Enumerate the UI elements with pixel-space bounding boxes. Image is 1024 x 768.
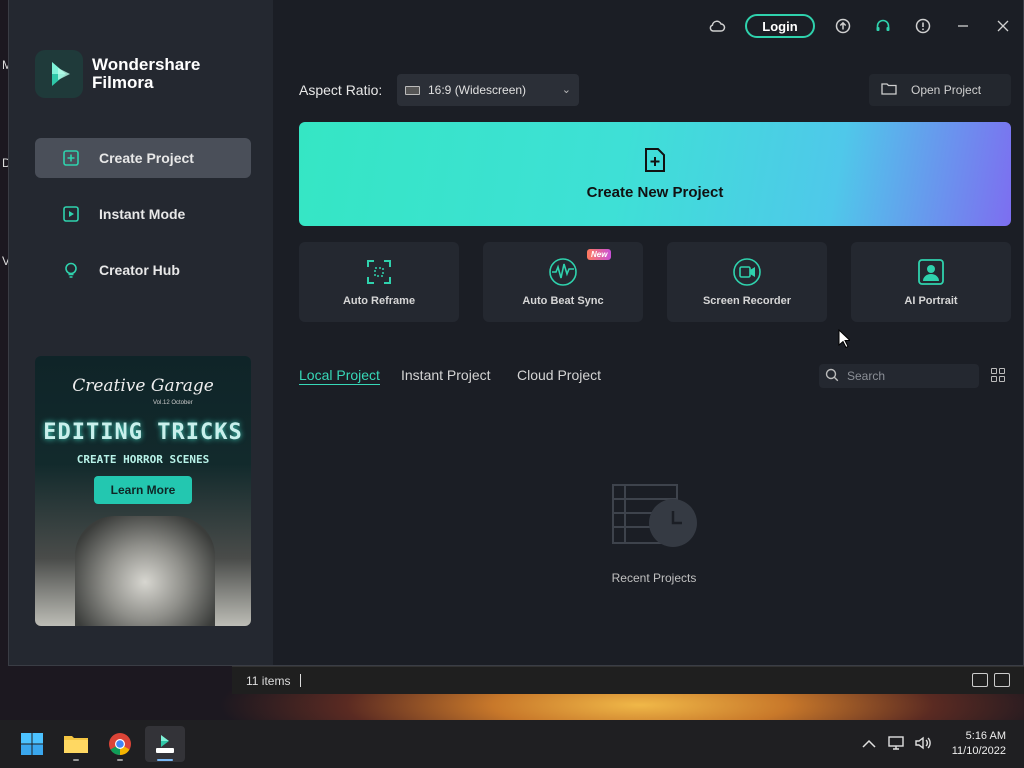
start-button[interactable]	[12, 726, 52, 762]
ai-portrait-icon	[916, 257, 946, 287]
chevron-down-icon: ⌄	[561, 84, 571, 96]
thumbnail-view-icon[interactable]	[994, 673, 1010, 687]
filmora-window: Wondershare Filmora Create Project Insta…	[8, 0, 1024, 666]
upload-icon[interactable]	[823, 14, 863, 38]
filmora-taskbar-button[interactable]	[145, 726, 185, 762]
explorer-status-bar: 11 items	[232, 666, 1024, 694]
filmora-logo-icon	[35, 50, 83, 98]
screen-recorder-icon	[732, 257, 762, 287]
app-logo: Wondershare Filmora	[35, 50, 200, 98]
recent-projects-empty-icon	[611, 483, 701, 558]
open-project-label: Open Project	[911, 83, 982, 97]
new-badge: New	[587, 249, 612, 260]
tool-label: Auto Reframe	[342, 295, 416, 307]
tool-label: Auto Beat Sync	[522, 295, 604, 307]
text-caret	[300, 674, 302, 687]
taskbar: 5:16 AM 11/10/2022	[0, 720, 1024, 768]
brand-name-line2: Filmora	[92, 73, 154, 92]
tool-label: AI Portrait	[904, 295, 958, 307]
tool-auto-beat-sync[interactable]: New Auto Beat Sync	[483, 242, 643, 322]
recent-projects-label: Recent Projects	[611, 571, 697, 585]
promo-headline: EDITING TRICKS	[43, 420, 243, 445]
tool-label: Screen Recorder	[702, 295, 792, 307]
chrome-taskbar-button[interactable]	[100, 726, 140, 762]
sidebar-item-creator-hub[interactable]: Creator Hub	[35, 250, 251, 290]
learn-more-button[interactable]: Learn More	[94, 476, 192, 504]
clock-date: 11/10/2022	[951, 745, 1006, 757]
cloud-icon[interactable]	[697, 14, 737, 38]
search-input[interactable]	[847, 369, 967, 383]
file-explorer-taskbar-button[interactable]	[56, 726, 96, 762]
close-icon[interactable]	[983, 14, 1023, 38]
explorer-item-count: 11 items	[246, 673, 291, 688]
tool-screen-recorder[interactable]: Screen Recorder	[667, 242, 827, 322]
aspect-ratio-select[interactable]: 16:9 (Widescreen) ⌄	[397, 74, 579, 106]
tool-ai-portrait[interactable]: AI Portrait	[851, 242, 1011, 322]
promo-subtitle: Vol.12 October	[153, 400, 193, 406]
search-icon	[825, 368, 839, 385]
promo-zombie-image	[75, 516, 215, 626]
grid-view-icon[interactable]	[991, 368, 1005, 382]
promo-caption: CREATE HORROR SCENES	[76, 453, 210, 466]
chrome-icon	[109, 733, 131, 755]
taskbar-clock[interactable]: 5:16 AM 11/10/2022	[952, 729, 1006, 759]
tab-instant-project[interactable]: Instant Project	[401, 367, 491, 383]
login-button[interactable]: Login	[745, 14, 815, 38]
reframe-icon	[364, 257, 394, 287]
headset-support-icon[interactable]	[863, 14, 903, 38]
sidebar-item-create-project[interactable]: Create Project	[35, 138, 251, 178]
monitor-icon	[405, 85, 420, 95]
title-bar: Login	[697, 14, 1023, 38]
network-icon[interactable]	[888, 735, 906, 754]
plus-square-icon	[61, 148, 81, 168]
folder-icon	[881, 82, 897, 98]
beat-sync-icon	[548, 257, 578, 287]
promo-script-title: Creative Garage	[72, 376, 214, 396]
sidebar-item-label: Instant Mode	[99, 206, 186, 222]
details-view-icon[interactable]	[972, 673, 988, 687]
folder-icon	[64, 736, 88, 753]
tab-cloud-project[interactable]: Cloud Project	[517, 367, 601, 383]
clock-time: 5:16 AM	[965, 730, 1006, 742]
create-new-project-label: Create New Project	[586, 184, 724, 201]
windows-logo-icon	[21, 733, 43, 755]
sidebar-item-instant-mode[interactable]: Instant Mode	[35, 194, 251, 234]
instant-mode-icon	[61, 204, 81, 224]
info-alert-icon[interactable]	[903, 14, 943, 38]
aspect-ratio-value: 16:9 (Widescreen)	[428, 83, 527, 97]
sidebar-item-label: Create Project	[99, 150, 194, 166]
sidebar-item-label: Creator Hub	[99, 262, 180, 278]
mouse-cursor-icon	[838, 328, 852, 353]
system-tray	[862, 720, 932, 768]
new-file-icon	[643, 147, 667, 178]
tool-auto-reframe[interactable]: Auto Reframe	[299, 242, 459, 322]
aspect-ratio-label: Aspect Ratio:	[299, 82, 383, 98]
promo-banner[interactable]: Creative Garage Vol.12 October EDITING T…	[35, 356, 251, 626]
volume-icon[interactable]	[914, 735, 932, 754]
open-project-button[interactable]: Open Project	[869, 74, 1011, 106]
brand-name-line1: Wondershare	[92, 55, 201, 74]
tab-local-project[interactable]: Local Project	[299, 367, 380, 385]
search-box	[819, 364, 979, 388]
filmora-app-icon	[156, 735, 174, 753]
chevron-up-icon[interactable]	[862, 737, 876, 752]
create-new-project-button[interactable]: Create New Project	[299, 122, 1011, 226]
minimize-icon[interactable]	[943, 14, 983, 38]
lightbulb-icon	[61, 260, 81, 280]
sidebar: Wondershare Filmora Create Project Insta…	[9, 0, 273, 665]
